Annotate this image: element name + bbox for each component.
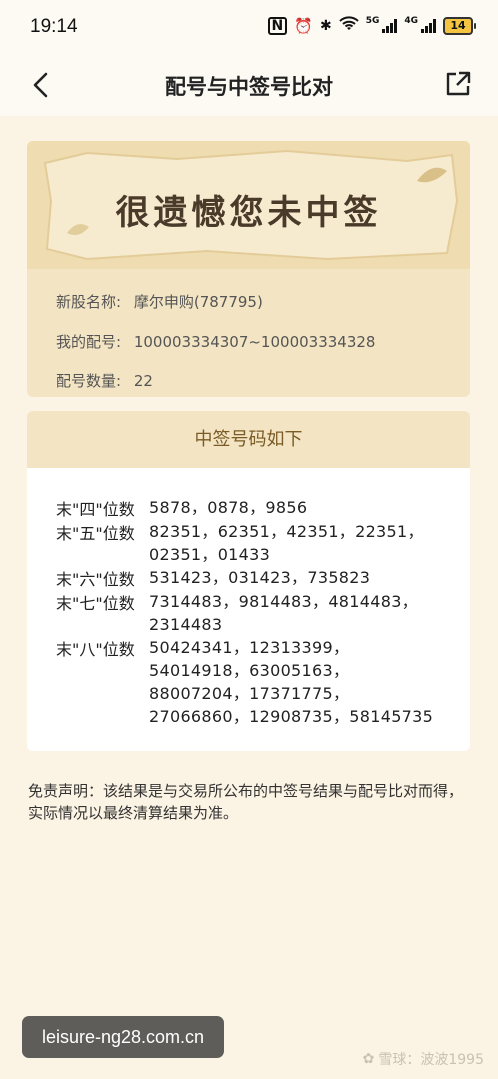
winning-row-7: 末"七"位数 7314483，9814483，4814483， 2314483	[56, 590, 456, 636]
winning-values-line: 5878，0878，9856	[149, 498, 308, 517]
bluetooth-icon: ✱	[319, 18, 332, 34]
stock-name-row: 新股名称: 摩尔申购(787795)	[56, 291, 263, 312]
winning-row-4: 末"四"位数 5878，0878，9856	[56, 496, 456, 520]
brand-watermark-text: 雪球：波波1995	[378, 1052, 484, 1068]
count-label: 配号数量:	[56, 372, 122, 390]
winning-row-6: 末"六"位数 531423，031423，735823	[56, 566, 456, 590]
alarm-icon: ⏰	[294, 17, 313, 35]
battery-level: 14	[443, 17, 473, 35]
nav-bar: 配号与中签号比对	[0, 56, 498, 116]
status-time: 19:14	[30, 16, 78, 37]
winning-row-values: 7314483，9814483，4814483， 2314483	[149, 590, 418, 636]
site-watermark: leisure-ng28.com.cn	[22, 1016, 224, 1058]
winning-values-line: 54014918，63005163，	[149, 661, 350, 680]
my-numbers-value: 100003334307~100003334328	[133, 333, 376, 351]
signal-type-label-2: 4G	[404, 16, 418, 26]
signal-bars-icon-1	[382, 19, 398, 33]
status-bar: 19:14 N ⏰ ✱ 5G 4G 14	[0, 0, 498, 56]
nfc-icon: N	[267, 17, 288, 35]
count-value: 22	[133, 372, 153, 390]
my-numbers-label: 我的配号:	[56, 333, 122, 351]
snowball-logo-icon: ✿	[362, 1051, 375, 1067]
winning-row-label: 末"五"位数	[56, 524, 135, 543]
stock-name-label: 新股名称:	[56, 293, 122, 311]
wifi-icon	[338, 16, 359, 36]
winning-row-5: 末"五"位数 82351，62351，42351，22351， 02351，01…	[56, 520, 456, 566]
winning-row-values: 5878，0878，9856	[149, 496, 307, 520]
winning-row-8: 末"八"位数 50424341，12313399， 54014918，63005…	[56, 636, 456, 728]
page-title: 配号与中签号比对	[165, 75, 333, 99]
signal-type-label-1: 5G	[365, 16, 380, 26]
winning-values-line: 82351，62351，42351，22351，	[149, 522, 424, 541]
brand-watermark: ✿ 雪球：波波1995	[363, 1049, 484, 1069]
winning-row-label: 末"七"位数	[56, 594, 135, 613]
winning-values-line: 2314483	[149, 615, 223, 634]
winning-values-line: 88007204，17371775，	[149, 684, 350, 703]
winning-row-values: 82351，62351，42351，22351， 02351，01433	[149, 520, 424, 566]
share-external-icon[interactable]	[444, 70, 472, 98]
result-headline: 很遗憾您未中签	[115, 193, 382, 233]
winning-row-label: 末"四"位数	[56, 500, 135, 519]
winning-numbers-header: 中签号码如下	[27, 411, 470, 468]
result-card: 很遗憾您未中签 新股名称: 摩尔申购(787795) 我的配号: 1000033…	[27, 141, 470, 397]
winning-values-line: 27066860，12908735，58145735	[149, 707, 434, 726]
disclaimer-text: 免责声明：该结果是与交易所公布的中签号结果与配号比对而得，实际情况以最终清算结果…	[28, 782, 464, 822]
stock-name-value: 摩尔申购(787795)	[133, 293, 263, 311]
status-icons: N ⏰ ✱ 5G 4G 14	[267, 16, 476, 36]
winning-numbers-card: 中签号码如下 末"四"位数 5878，0878，9856 末"五"位数 8235…	[27, 411, 470, 751]
winning-values-line: 02351，01433	[149, 545, 271, 564]
count-row: 配号数量: 22	[56, 370, 153, 391]
winning-row-values: 50424341，12313399， 54014918，63005163， 88…	[149, 636, 433, 728]
winning-values-line: 7314483，9814483，4814483，	[149, 592, 418, 611]
winning-values-line: 531423，031423，735823	[149, 568, 371, 587]
winning-row-values: 531423，031423，735823	[149, 566, 370, 590]
battery-icon: 14	[443, 17, 476, 35]
signal-bars-icon-2	[421, 19, 436, 33]
winning-row-label: 末"八"位数	[56, 640, 135, 659]
my-numbers-row: 我的配号: 100003334307~100003334328	[56, 331, 375, 352]
winning-row-label: 末"六"位数	[56, 570, 135, 589]
winning-values-line: 50424341，12313399，	[149, 638, 350, 657]
